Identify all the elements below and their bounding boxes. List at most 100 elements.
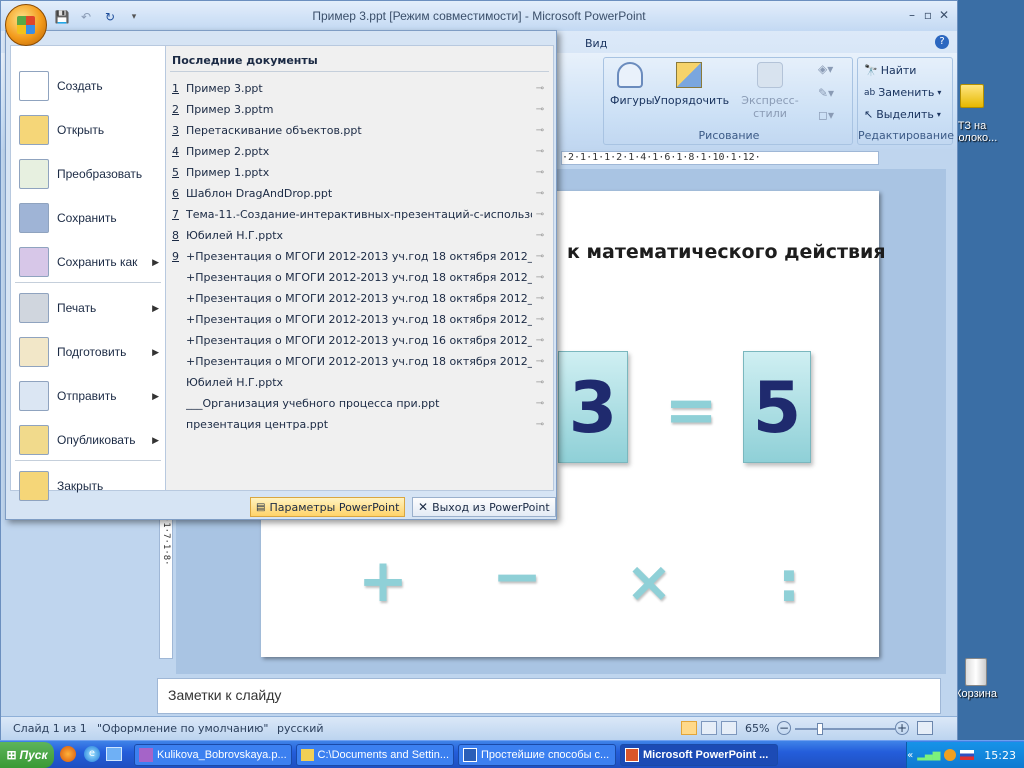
select-button[interactable]: ↖ Выделить ▾	[864, 108, 941, 121]
menu-item-print[interactable]: Печать ▶	[11, 286, 167, 330]
language-indicator[interactable]: русский	[277, 722, 324, 735]
pin-icon[interactable]: ⊸	[532, 377, 548, 388]
recent-document-item[interactable]: +Презентация о МГОГИ 2012-2013 уч.год 18…	[172, 288, 548, 308]
firefox-icon[interactable]	[60, 746, 76, 762]
replace-button[interactable]: ab Заменить ▾	[864, 86, 941, 99]
find-button[interactable]: 🔭 Найти	[864, 64, 916, 77]
taskbar-item-word[interactable]: Простейшие способы с...	[458, 744, 616, 766]
recent-document-item[interactable]: Юбилей Н.Г.pptx ⊸	[172, 372, 548, 392]
pin-icon[interactable]: ⊸	[532, 356, 548, 367]
pin-icon[interactable]: ⊸	[532, 293, 548, 304]
recent-document-item[interactable]: +Презентация о МГОГИ 2012-2013 уч.год 18…	[172, 309, 548, 329]
menu-item-close-folder[interactable]: Закрыть	[11, 464, 167, 508]
recent-document-item[interactable]: 2 Пример 3.pptm ⊸	[172, 99, 548, 119]
pin-icon[interactable]: ⊸	[532, 251, 548, 262]
pin-icon[interactable]: ⊸	[532, 209, 548, 220]
arrange-button[interactable]: Упорядочить	[654, 62, 729, 107]
menu-item-new-document[interactable]: Создать	[11, 64, 167, 108]
tab-view[interactable]: Вид	[585, 37, 607, 50]
pin-icon[interactable]: ⊸	[532, 83, 548, 94]
expand-tray-icon[interactable]: «	[907, 750, 913, 761]
pin-icon[interactable]: ⊸	[532, 272, 548, 283]
recent-documents-title: Последние документы	[172, 54, 318, 67]
menu-item-send[interactable]: Отправить ▶	[11, 374, 167, 418]
equals-sign[interactable]: =	[661, 379, 721, 443]
ie-icon[interactable]: e	[84, 746, 100, 762]
number-tile-5[interactable]: 5	[743, 351, 811, 463]
recent-document-item[interactable]: +Презентация о МГОГИ 2012-2013 уч.год 18…	[172, 351, 548, 371]
recent-document-item[interactable]: 4 Пример 2.pptx ⊸	[172, 141, 548, 161]
document-icon	[139, 748, 153, 762]
zoom-in-icon[interactable]: +	[895, 721, 909, 735]
undo-icon[interactable]: ↶	[77, 9, 95, 25]
redo-icon[interactable]: ↻	[101, 9, 119, 25]
menu-item-prepare[interactable]: Подготовить ▶	[11, 330, 167, 374]
zoom-level[interactable]: 65%	[745, 722, 769, 735]
exit-powerpoint-button[interactable]: ✕ Выход из PowerPoint	[412, 497, 556, 517]
recent-document-item[interactable]: 3 Перетаскивание объектов.ppt ⊸	[172, 120, 548, 140]
theme-name[interactable]: "Оформление по умолчанию"	[97, 722, 268, 735]
quick-styles-button[interactable]: Экспресс-стили	[728, 62, 812, 120]
menu-item-open-folder[interactable]: Открыть	[11, 108, 167, 152]
save-icon	[19, 203, 49, 233]
taskbar-item-explorer[interactable]: C:\Documents and Settin...	[296, 744, 454, 766]
start-button[interactable]: ⊞ Пуск	[0, 742, 54, 768]
recent-document-item[interactable]: +Презентация о МГОГИ 2012-2013 уч.год 18…	[172, 267, 548, 287]
zoom-out-icon[interactable]: −	[777, 721, 791, 735]
pin-icon[interactable]: ⊸	[532, 398, 548, 409]
menu-item-publish[interactable]: Опубликовать ▶	[11, 418, 167, 462]
slide-counter: Слайд 1 из 1	[13, 722, 87, 735]
pin-icon[interactable]: ⊸	[532, 146, 548, 157]
help-icon[interactable]: ?	[935, 35, 949, 49]
recent-document-item[interactable]: 9 +Презентация о МГОГИ 2012-2013 уч.год 1…	[172, 246, 548, 266]
recent-document-item[interactable]: 7 Тема-11.-Создание-интерактивных-презент…	[172, 204, 548, 224]
minus-operator[interactable]: −	[485, 545, 549, 609]
flag-icon[interactable]	[960, 750, 975, 760]
pin-icon[interactable]: ⊸	[532, 419, 548, 430]
menu-item-save[interactable]: Сохранить	[11, 196, 167, 240]
menu-item-save-as[interactable]: Сохранить как ▶	[11, 240, 167, 284]
save-icon[interactable]: 💾	[53, 9, 71, 25]
menu-item-convert[interactable]: Преобразовать	[11, 152, 167, 196]
pin-icon[interactable]: ⊸	[532, 125, 548, 136]
fit-to-window-icon[interactable]	[917, 721, 933, 735]
divide-operator[interactable]: :	[761, 551, 817, 615]
view-sorter-icon[interactable]	[701, 721, 717, 735]
show-desktop-icon[interactable]	[106, 747, 122, 761]
shapes-button[interactable]: Фигуры	[610, 62, 655, 107]
pin-icon[interactable]: ⊸	[532, 104, 548, 115]
network-icon[interactable]	[944, 749, 957, 761]
notes-pane[interactable]: Заметки к слайду	[157, 678, 941, 714]
office-button[interactable]	[5, 4, 47, 46]
fill-icon[interactable]: ◈▾	[818, 62, 833, 76]
recent-document-item[interactable]: ___Организация учебного процесса при.ppt…	[172, 393, 548, 413]
pin-icon[interactable]: ⊸	[532, 167, 548, 178]
close-icon[interactable]: ✕	[935, 7, 953, 23]
recent-document-item[interactable]: 1 Пример 3.ppt ⊸	[172, 78, 548, 98]
view-normal-icon[interactable]	[681, 721, 697, 735]
pin-icon[interactable]: ⊸	[532, 188, 548, 199]
recent-document-item[interactable]: +Презентация о МГОГИ 2012-2013 уч.год 16…	[172, 330, 548, 350]
plus-operator[interactable]: +	[353, 549, 413, 613]
powerpoint-options-button[interactable]: ▤ Параметры PowerPoint	[250, 497, 406, 517]
taskbar-item-document[interactable]: Kulikova_Bobrovskaya.p...	[134, 744, 292, 766]
recent-document-item[interactable]: 6 Шаблон DragAndDrop.ppt ⊸	[172, 183, 548, 203]
pin-icon[interactable]: ⊸	[532, 335, 548, 346]
recent-document-item[interactable]: презентация центра.ppt ⊸	[172, 414, 548, 434]
zoom-slider-thumb[interactable]	[817, 723, 823, 735]
pin-icon[interactable]: ⊸	[532, 230, 548, 241]
taskbar-item-powerpoint[interactable]: Microsoft PowerPoint ...	[620, 744, 778, 766]
recent-document-item[interactable]: 8 Юбилей Н.Г.pptx ⊸	[172, 225, 548, 245]
number-tile-3[interactable]: 3	[558, 351, 628, 463]
signal-icon[interactable]: ▂▄▆	[917, 750, 940, 761]
effects-icon[interactable]: ◻▾	[818, 108, 834, 122]
recent-document-item[interactable]: 5 Пример 1.pptx ⊸	[172, 162, 548, 182]
outline-icon[interactable]: ✎▾	[818, 86, 834, 100]
customize-toolbar-icon[interactable]: ▾	[125, 9, 143, 25]
zoom-slider[interactable]	[795, 723, 895, 735]
pin-icon[interactable]: ⊸	[532, 314, 548, 325]
clock[interactable]: 15:23	[984, 749, 1016, 762]
multiply-operator[interactable]: ×	[619, 551, 679, 615]
slide-heading[interactable]: к математического действия	[567, 241, 886, 263]
view-slideshow-icon[interactable]	[721, 721, 737, 735]
